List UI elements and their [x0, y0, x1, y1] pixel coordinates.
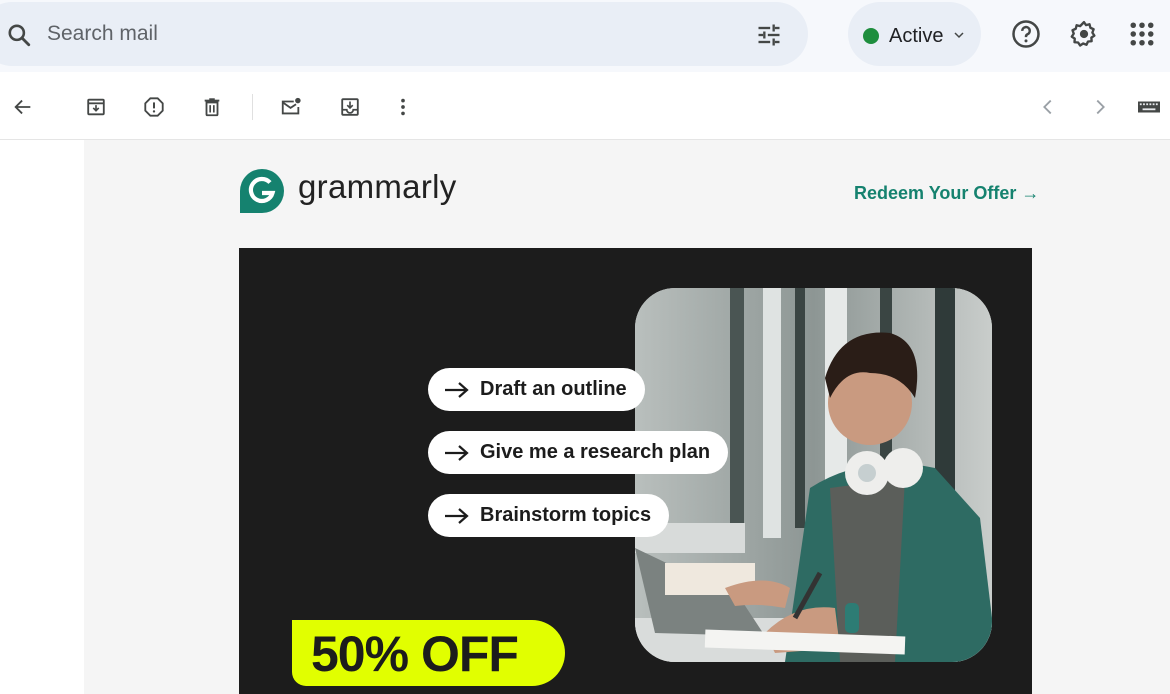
- student-illustration: [635, 288, 992, 662]
- email-body: grammarly Redeem Your Offer → Draft an o…: [84, 140, 1170, 694]
- chevron-down-icon: [954, 32, 964, 39]
- toolbar-divider: [252, 94, 253, 120]
- brand-name: grammarly: [298, 168, 457, 205]
- prompt-chip-draft-outline[interactable]: Draft an outline: [428, 368, 645, 411]
- prompt-chip-label: Brainstorm topics: [480, 504, 652, 526]
- prompt-chip-label: Draft an outline: [480, 378, 627, 400]
- move-to-icon[interactable]: [339, 96, 361, 118]
- arrow-right-icon: [445, 444, 469, 461]
- archive-icon[interactable]: [85, 96, 107, 118]
- status-dropdown[interactable]: Active: [848, 2, 981, 66]
- settings-icon[interactable]: [1069, 19, 1099, 49]
- keyboard-icon[interactable]: [1136, 96, 1162, 118]
- prompt-chip-research-plan[interactable]: Give me a research plan: [428, 431, 729, 474]
- next-icon[interactable]: [1089, 96, 1111, 118]
- apps-icon[interactable]: [1127, 19, 1157, 49]
- student-photo: [635, 288, 992, 662]
- top-bar: Search mail Active: [0, 0, 1170, 70]
- status-label: Active: [889, 25, 944, 47]
- help-icon[interactable]: [1011, 19, 1041, 49]
- search-input[interactable]: Search mail: [47, 22, 158, 46]
- discount-badge: 50% OFF: [292, 620, 565, 686]
- delete-icon[interactable]: [201, 96, 223, 118]
- back-arrow-icon[interactable]: [12, 96, 34, 118]
- message-pane: grammarly Redeem Your Offer → Draft an o…: [0, 140, 1170, 694]
- prompt-chip-label: Give me a research plan: [480, 441, 711, 463]
- report-spam-icon[interactable]: [143, 96, 165, 118]
- arrow-right-icon: [445, 507, 469, 524]
- promo-banner[interactable]: Draft an outline Give me a research plan…: [239, 248, 1032, 694]
- more-vert-icon[interactable]: [392, 96, 414, 118]
- mark-unread-icon[interactable]: [280, 96, 302, 118]
- grammarly-logo-icon: [240, 169, 284, 213]
- search-bar[interactable]: Search mail: [0, 2, 808, 66]
- search-icon[interactable]: [6, 22, 32, 48]
- prev-icon[interactable]: [1037, 96, 1059, 118]
- prompt-chip-brainstorm-topics[interactable]: Brainstorm topics: [428, 494, 670, 537]
- redeem-offer-link[interactable]: Redeem Your Offer →: [854, 183, 1039, 204]
- arrow-right-icon: [445, 381, 469, 398]
- status-dot-icon: [863, 28, 879, 44]
- message-toolbar: [0, 72, 1170, 140]
- tune-icon[interactable]: [755, 21, 783, 49]
